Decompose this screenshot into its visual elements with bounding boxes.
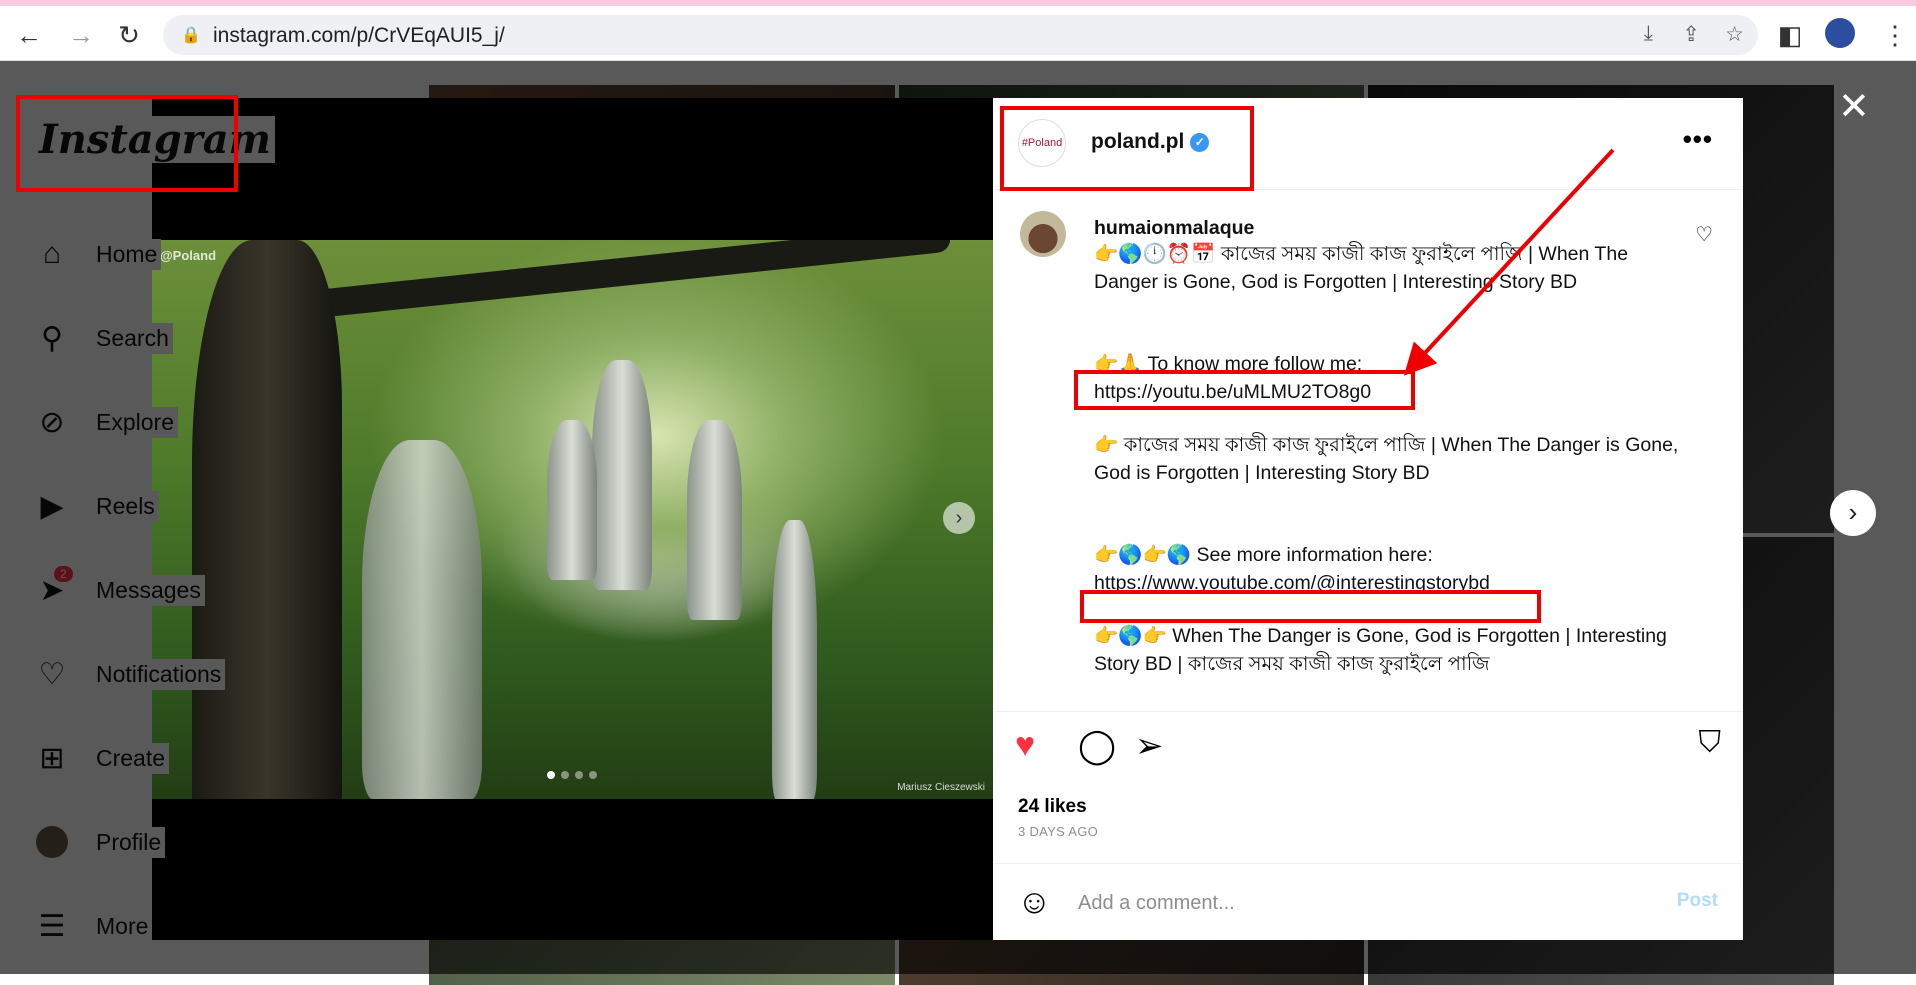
plus-square-icon: ⊞ (39, 741, 65, 775)
profile-avatar[interactable] (1825, 18, 1855, 48)
address-bar[interactable]: 🔒 instagram.com/p/CrVEqAUI5_j/ ⤓ ⇪ ☆ (163, 15, 1758, 55)
tree-branch (252, 240, 952, 325)
carousel-next-button[interactable]: › (943, 502, 975, 534)
post-time[interactable]: 3 DAYS AGO (1018, 824, 1098, 839)
back-button[interactable]: ← (14, 20, 44, 51)
reels-icon: ▶ (40, 489, 64, 523)
post-header: #Poland poland.pl ✓ ••• (993, 98, 1743, 190)
rock (772, 520, 817, 799)
instagram-logo[interactable]: Instagram (35, 116, 275, 163)
sidebar-item-more[interactable]: ☰ More (34, 908, 153, 944)
sidebar-item-search[interactable]: ⚲ Search (34, 320, 173, 356)
sidebar-item-notifications[interactable]: ♡ Notifications (34, 656, 226, 692)
forward-button[interactable]: → (66, 20, 96, 51)
post-media: @Poland Mariusz Cieszewski › (152, 98, 993, 940)
emoji-icon[interactable]: ☺ (1017, 883, 1052, 922)
divider (993, 863, 1743, 864)
account-avatar[interactable]: #Poland (1018, 119, 1066, 167)
avatar (34, 824, 70, 860)
likes-count[interactable]: 24 likes (1018, 796, 1087, 818)
youtube-video-link[interactable]: https://youtu.be/uMLMU2TO8g0 (1094, 378, 1684, 406)
search-icon: ⚲ (41, 321, 63, 355)
rock (687, 420, 742, 620)
account-name[interactable]: poland.pl ✓ (1091, 130, 1210, 154)
carousel-dot (561, 771, 569, 779)
compass-icon: ⊘ (39, 405, 65, 439)
side-panel-icon[interactable]: ◧ (1775, 20, 1805, 51)
rock (592, 360, 652, 590)
install-icon[interactable]: ⤓ (1644, 22, 1653, 46)
chrome-menu-icon[interactable]: ⋮ (1880, 20, 1910, 51)
heart-icon: ♡ (38, 657, 66, 691)
carousel-dots (547, 771, 597, 779)
lock-icon: 🔒 (181, 27, 201, 44)
save-button[interactable]: ⛉ (1699, 726, 1722, 760)
message-badge: 2 (54, 566, 73, 582)
commenter-username[interactable]: humaionmalaque (1094, 214, 1684, 242)
carousel-dot (575, 771, 583, 779)
home-icon: ⌂ (42, 237, 62, 270)
verified-badge-icon: ✓ (1190, 133, 1210, 152)
comment-button[interactable]: ◯ (1078, 726, 1116, 766)
bookmark-star-icon[interactable]: ☆ (1725, 22, 1744, 47)
browser-toolbar: ← → ↻ 🔒 instagram.com/p/CrVEqAUI5_j/ ⤓ ⇪… (0, 0, 1916, 61)
share-icon[interactable]: ⇪ (1682, 22, 1700, 47)
sidebar-item-messages[interactable]: ➤ 2 Messages (34, 566, 205, 608)
comment-text: humaionmalaque 👉🌎🕛⏰📅 কাজের সময় কাজী কাজ… (1094, 214, 1684, 678)
post-comment-button[interactable]: Post (1677, 890, 1718, 912)
rock (547, 420, 597, 580)
menu-icon: ☰ (38, 909, 66, 943)
sidebar-item-home[interactable]: ⌂ Home (34, 236, 162, 272)
share-button[interactable]: ➢ (1135, 726, 1164, 766)
url-text: instagram.com/p/CrVEqAUI5_j/ (213, 24, 505, 47)
close-icon[interactable]: ✕ (1838, 84, 1870, 129)
sidebar-item-profile[interactable]: Profile (34, 824, 166, 860)
sidebar: Instagram ⌂ Home ⚲ Search ⊘ Explore ▶ Reels … (0, 61, 275, 974)
carousel-dot (547, 771, 555, 779)
carousel-dot (589, 771, 597, 779)
like-button[interactable]: ♥ (1015, 726, 1035, 765)
photo-credit: Mariusz Cieszewski (897, 782, 985, 793)
messenger-icon: ➤ 2 (34, 566, 73, 608)
sidebar-item-explore[interactable]: ⊘ Explore (34, 404, 178, 440)
rock (362, 440, 482, 799)
youtube-channel-link[interactable]: https://www.youtube.com/@interestingstor… (1094, 569, 1684, 597)
comment-like-icon[interactable]: ♡ (1695, 222, 1713, 247)
next-post-button[interactable]: › (1830, 490, 1876, 536)
post-photo: @Poland Mariusz Cieszewski › (152, 240, 993, 799)
commenter-avatar[interactable] (1020, 211, 1066, 257)
reload-button[interactable]: ↻ (114, 20, 144, 51)
comment-input[interactable] (1078, 888, 1638, 918)
post-details-panel: #Poland poland.pl ✓ ••• ♡ humaionmalaque … (993, 98, 1743, 940)
sidebar-item-reels[interactable]: ▶ Reels (34, 488, 159, 524)
sidebar-item-create[interactable]: ⊞ Create (34, 740, 170, 776)
more-options-icon[interactable]: ••• (1683, 124, 1713, 155)
